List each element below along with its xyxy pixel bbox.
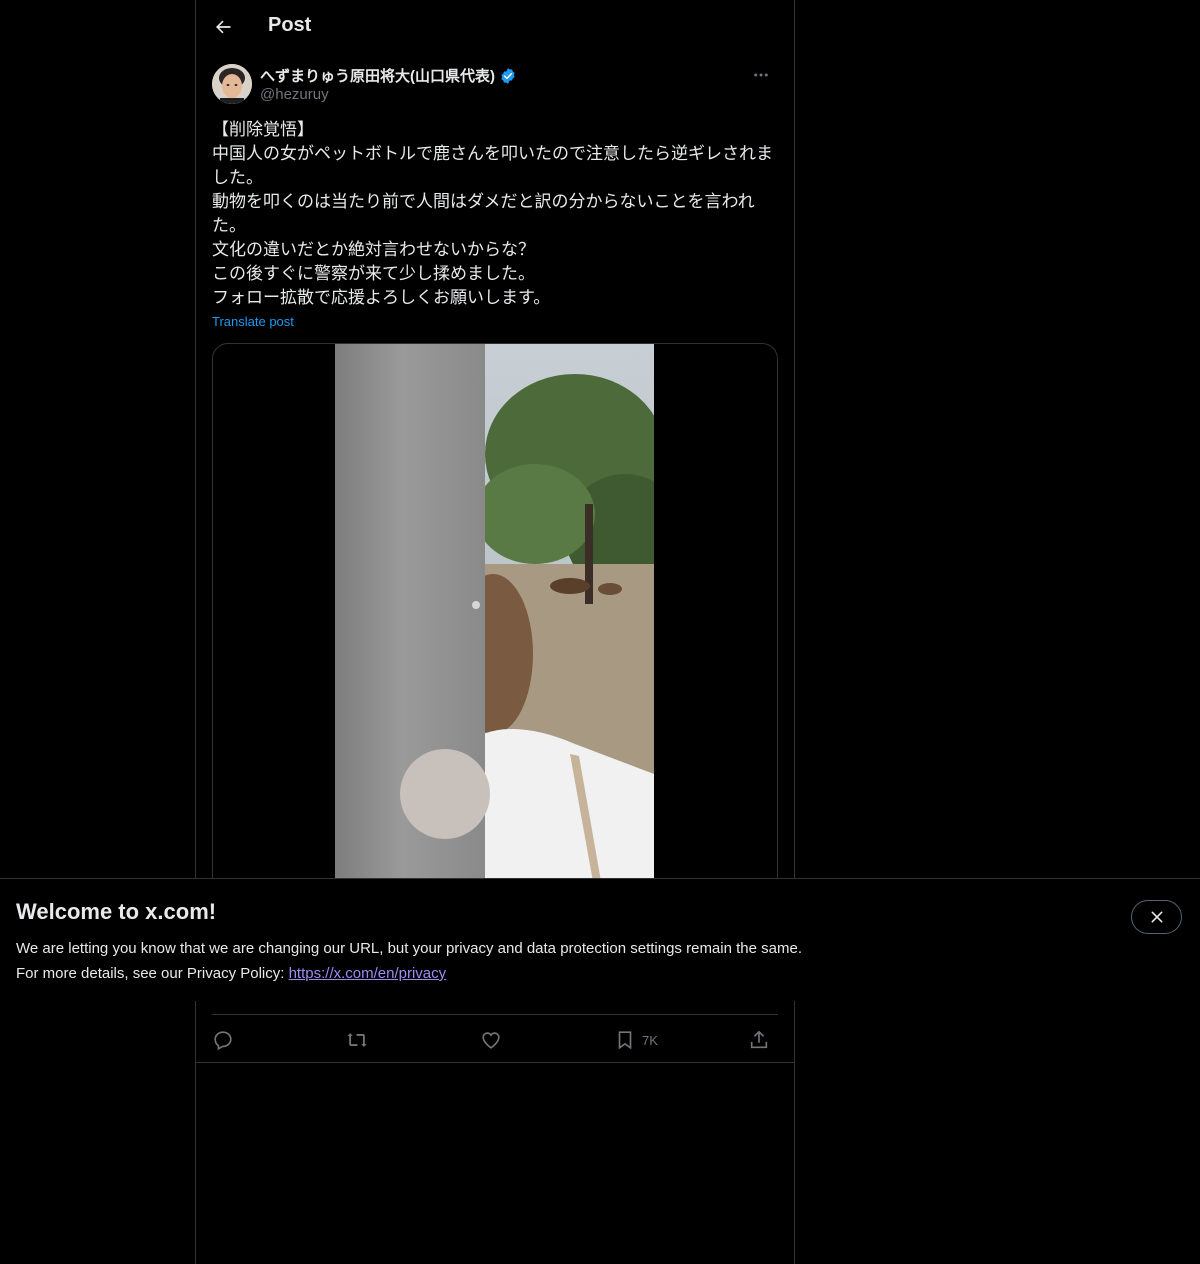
share-button[interactable]: [748, 1024, 770, 1056]
like-button[interactable]: [480, 1024, 502, 1056]
banner-message: We are letting you know that we are chan…: [16, 936, 1076, 986]
main-column: Post へずまりゅう原田将大(山口県代表) @hezuruy 【削除覚悟】 中…: [195, 0, 795, 1264]
heart-icon: [482, 1032, 500, 1049]
top-bar: Post: [196, 0, 794, 53]
banner-line-1: We are letting you know that we are chan…: [16, 940, 802, 957]
video-frame[interactable]: [335, 344, 654, 904]
arrow-left-icon: [216, 20, 231, 34]
privacy-policy-link[interactable]: https://x.com/en/privacy: [289, 965, 447, 982]
verified-badge-icon: [501, 67, 515, 84]
actions-divider: [212, 1014, 778, 1015]
more-icon: [754, 73, 768, 77]
translate-post-link[interactable]: Translate post: [212, 314, 294, 329]
banner-line-2: For more details, see our Privacy Policy…: [16, 961, 1076, 986]
bookmark-button[interactable]: 7K: [614, 1024, 658, 1056]
bookmark-icon: [618, 1031, 632, 1050]
avatar-image: [212, 64, 252, 104]
banner-line-2-prefix: For more details, see our Privacy Policy…: [16, 965, 289, 982]
reply-button[interactable]: [212, 1024, 234, 1056]
welcome-banner: Welcome to x.com! We are letting you kno…: [0, 878, 1200, 1001]
author-handle[interactable]: @hezuruy: [260, 86, 329, 103]
repost-button[interactable]: [346, 1024, 368, 1056]
author-name-text: へずまりゅう原田将大(山口県代表): [260, 68, 495, 85]
avatar[interactable]: [212, 64, 252, 104]
share-icon: [750, 1030, 768, 1049]
post-author: へずまりゅう原田将大(山口県代表) @hezuruy: [212, 64, 778, 108]
banner-title: Welcome to x.com!: [16, 899, 217, 924]
repost-icon: [347, 1033, 367, 1047]
bottom-divider: [196, 1062, 794, 1063]
video-thumbnail: [335, 344, 654, 904]
banner-close-button[interactable]: [1131, 900, 1182, 934]
post-text: 【削除覚悟】 中国人の女がペットボトルで鹿さんを叩いたので注意したら逆ギレされま…: [212, 120, 773, 308]
close-icon: [1151, 911, 1162, 923]
author-name[interactable]: へずまりゅう原田将大(山口県代表): [260, 65, 517, 86]
back-button[interactable]: [206, 10, 240, 44]
post-video[interactable]: [212, 343, 778, 905]
post-actions: 7K: [212, 1024, 778, 1056]
page-title: Post: [268, 14, 312, 36]
reply-icon: [214, 1031, 232, 1051]
more-options-button[interactable]: [744, 64, 778, 86]
bookmark-count: 7K: [642, 1032, 658, 1048]
